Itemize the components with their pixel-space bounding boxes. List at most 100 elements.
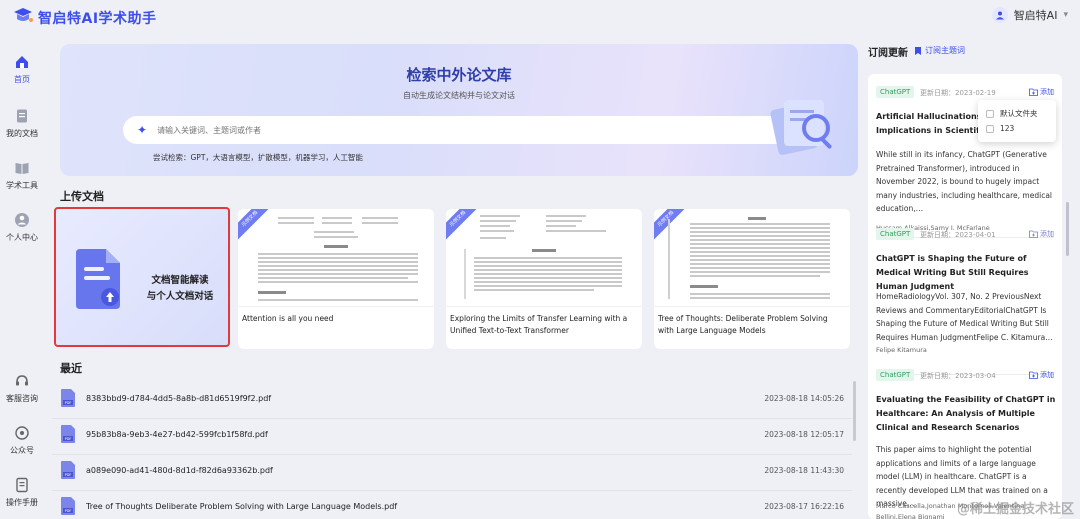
recent-section-title: 最近 <box>60 362 82 375</box>
folder-add-icon <box>1029 230 1038 238</box>
file-date: 2023-08-18 14:05:26 <box>764 394 844 403</box>
search-box[interactable]: ✦ <box>123 116 793 144</box>
topic-tag: ChatGPT <box>876 369 915 381</box>
file-name: 8383bbd9-d784-4dd5-8a8b-d81d6519f9f2.pdf <box>86 394 272 403</box>
left-nav: 首页 我的文档 学术工具 个人中心 客服咨询 公众号 操作手册 <box>0 32 44 519</box>
search-hint: 尝试检索：GPT，大语言模型，扩散模型，机器学习，人工智能 <box>153 153 363 162</box>
file-name: 95b83b8a-9eb3-4e27-bd42-599fcb1f58fd.pdf <box>86 430 268 439</box>
add-button[interactable]: 添加 <box>1029 370 1054 380</box>
upload-card-line1: 文档智能解读 <box>151 275 209 286</box>
subscription-title: 订阅更新 <box>868 48 908 59</box>
file-date: 2023-08-18 12:05:17 <box>764 430 844 439</box>
sparkle-icon: ✦ <box>137 123 148 137</box>
add-label: 添加 <box>1040 88 1054 96</box>
nav-item-my-docs[interactable]: 我的文档 <box>0 108 44 139</box>
svg-text:PDF: PDF <box>65 473 72 477</box>
user-name: 智启特AI <box>1013 9 1058 22</box>
table-row[interactable]: PDF 95b83b8a-9eb3-4e27-bd42-599fcb1f58fd… <box>52 419 852 455</box>
paper-abstract: While still in its infancy, ChatGPT (Gen… <box>876 150 1053 213</box>
hero-subtitle: 自动生成论文结构并与论文对话 <box>403 91 515 100</box>
paper-title: ChatGPT is Shaping the Future of Medical… <box>876 254 1029 291</box>
example-paper-name: Attention is all you need <box>242 314 334 323</box>
upload-document-icon <box>76 249 120 309</box>
file-name: a089e090-ad41-480d-8d1d-f82d6a93362b.pdf <box>86 466 273 475</box>
paper-abstract: HomeRadiologyVol. 307, No. 2 PreviousNex… <box>876 292 1053 342</box>
nav-item-home[interactable]: 首页 <box>0 54 44 85</box>
feed-scrollbar[interactable] <box>1066 202 1069 256</box>
checkbox[interactable] <box>986 109 994 118</box>
paper-authors: Felipe Kitamura <box>876 346 927 354</box>
app-title: 智启特AI学术助手 <box>38 11 157 27</box>
folder-add-icon <box>1029 88 1038 96</box>
file-date: 2023-08-17 16:22:16 <box>764 502 844 511</box>
folder-add-icon <box>1029 371 1038 379</box>
manual-icon <box>16 477 28 493</box>
svg-text:PDF: PDF <box>65 437 72 441</box>
example-paper-card[interactable]: 示例文档 Tree of Thoughts: Deliberate Proble… <box>654 209 850 349</box>
chevron-down-icon: ▾ <box>1063 10 1068 20</box>
feed-item[interactable]: ChatGPT 更新日期：2023-04-01 添加 ChatGPT is Sh… <box>868 228 1062 358</box>
nav-label: 公众号 <box>10 446 34 455</box>
checkbox[interactable] <box>986 124 994 133</box>
folder-option[interactable]: 默认文件夹 <box>986 108 1038 119</box>
nav-item-official-account[interactable]: 公众号 <box>0 425 44 456</box>
top-bar: 智启特AI学术助手 智启特AI ▾ <box>0 0 1080 32</box>
search-hero: 检索中外论文库 自动生成论文结构并与论文对话 ✦ 尝试检索：GPT，大语言模型，… <box>60 44 858 176</box>
svg-text:PDF: PDF <box>65 401 72 405</box>
add-button[interactable]: 添加 <box>1029 229 1054 239</box>
paper-thumbnail: 示例文档 <box>446 209 642 307</box>
main-content: 检索中外论文库 自动生成论文结构并与论文对话 ✦ 尝试检索：GPT，大语言模型，… <box>52 32 860 519</box>
pdf-file-icon: PDF <box>61 389 75 407</box>
example-ribbon: 示例文档 <box>446 209 481 242</box>
add-label: 添加 <box>1040 230 1054 238</box>
nav-label: 我的文档 <box>6 129 38 138</box>
paper-thumbnail: 示例文档 <box>654 209 850 307</box>
table-row[interactable]: PDF Tree of Thoughts Deliberate Problem … <box>52 491 852 519</box>
table-row[interactable]: PDF 8383bbd9-d784-4dd5-8a8b-d81d6519f9f2… <box>52 383 852 419</box>
user-icon <box>15 213 29 227</box>
pdf-file-icon: PDF <box>61 425 75 443</box>
example-paper-name: Tree of Thoughts: Deliberate Problem Sol… <box>658 314 828 335</box>
watermark: @稀土掘金技术社区 <box>956 502 1074 517</box>
nav-item-tools[interactable]: 学术工具 <box>0 160 44 191</box>
topic-tag: ChatGPT <box>876 86 915 98</box>
recent-scrollbar[interactable] <box>853 381 856 441</box>
folder-option-label: 默认文件夹 <box>1000 109 1038 118</box>
nav-label: 客服咨询 <box>6 394 38 403</box>
update-date: 更新日期：2023-03-04 <box>920 372 996 380</box>
file-name: Tree of Thoughts Deliberate Problem Solv… <box>86 502 398 511</box>
subscribe-topic-label: 订阅主题词 <box>925 46 965 55</box>
nav-item-manual[interactable]: 操作手册 <box>0 477 44 508</box>
pdf-file-icon: PDF <box>61 461 75 479</box>
bookmark-icon <box>915 46 921 55</box>
example-paper-card[interactable]: 示例文档 Exploring the Limits of Transfer Le… <box>446 209 642 349</box>
example-ribbon: 示例文档 <box>654 209 689 242</box>
nav-item-support[interactable]: 客服咨询 <box>0 373 44 404</box>
subscribe-topic-link[interactable]: 订阅主题词 <box>914 45 965 56</box>
headset-icon <box>16 375 28 386</box>
topic-tag: ChatGPT <box>876 228 915 240</box>
table-row[interactable]: PDF a089e090-ad41-480d-8d1d-f82d6a93362b… <box>52 455 852 491</box>
avatar <box>991 7 1008 23</box>
upload-card-line2: 与个人文档对话 <box>146 291 214 302</box>
svg-text:PDF: PDF <box>65 509 72 513</box>
paper-title: Evaluating the Feasibility of ChatGPT in… <box>876 395 1056 432</box>
folder-option[interactable]: 123 <box>986 124 1014 133</box>
logo-icon <box>14 8 33 22</box>
folder-dropdown: 默认文件夹 123 <box>978 100 1056 142</box>
upload-document-card[interactable]: 文档智能解读 与个人文档对话 <box>54 207 230 347</box>
example-paper-card[interactable]: 示例文档 Attention is all you need <box>238 209 434 349</box>
search-input[interactable] <box>157 125 718 135</box>
nav-label: 个人中心 <box>6 233 38 242</box>
home-icon <box>16 56 28 68</box>
example-ribbon: 示例文档 <box>238 209 273 242</box>
add-label: 添加 <box>1040 371 1054 379</box>
add-button[interactable]: 添加 <box>1029 87 1054 97</box>
upload-card-text: 文档智能解读 与个人文档对话 <box>132 273 228 305</box>
wechat-icon <box>15 426 29 440</box>
feed-item[interactable]: ChatGPT 更新日期：2023-03-04 添加 Evaluating th… <box>868 369 1062 519</box>
user-menu[interactable]: 智启特AI ▾ <box>991 7 1068 23</box>
nav-label: 操作手册 <box>6 498 38 507</box>
nav-item-profile[interactable]: 个人中心 <box>0 212 44 243</box>
update-date: 更新日期：2023-04-01 <box>920 231 996 239</box>
